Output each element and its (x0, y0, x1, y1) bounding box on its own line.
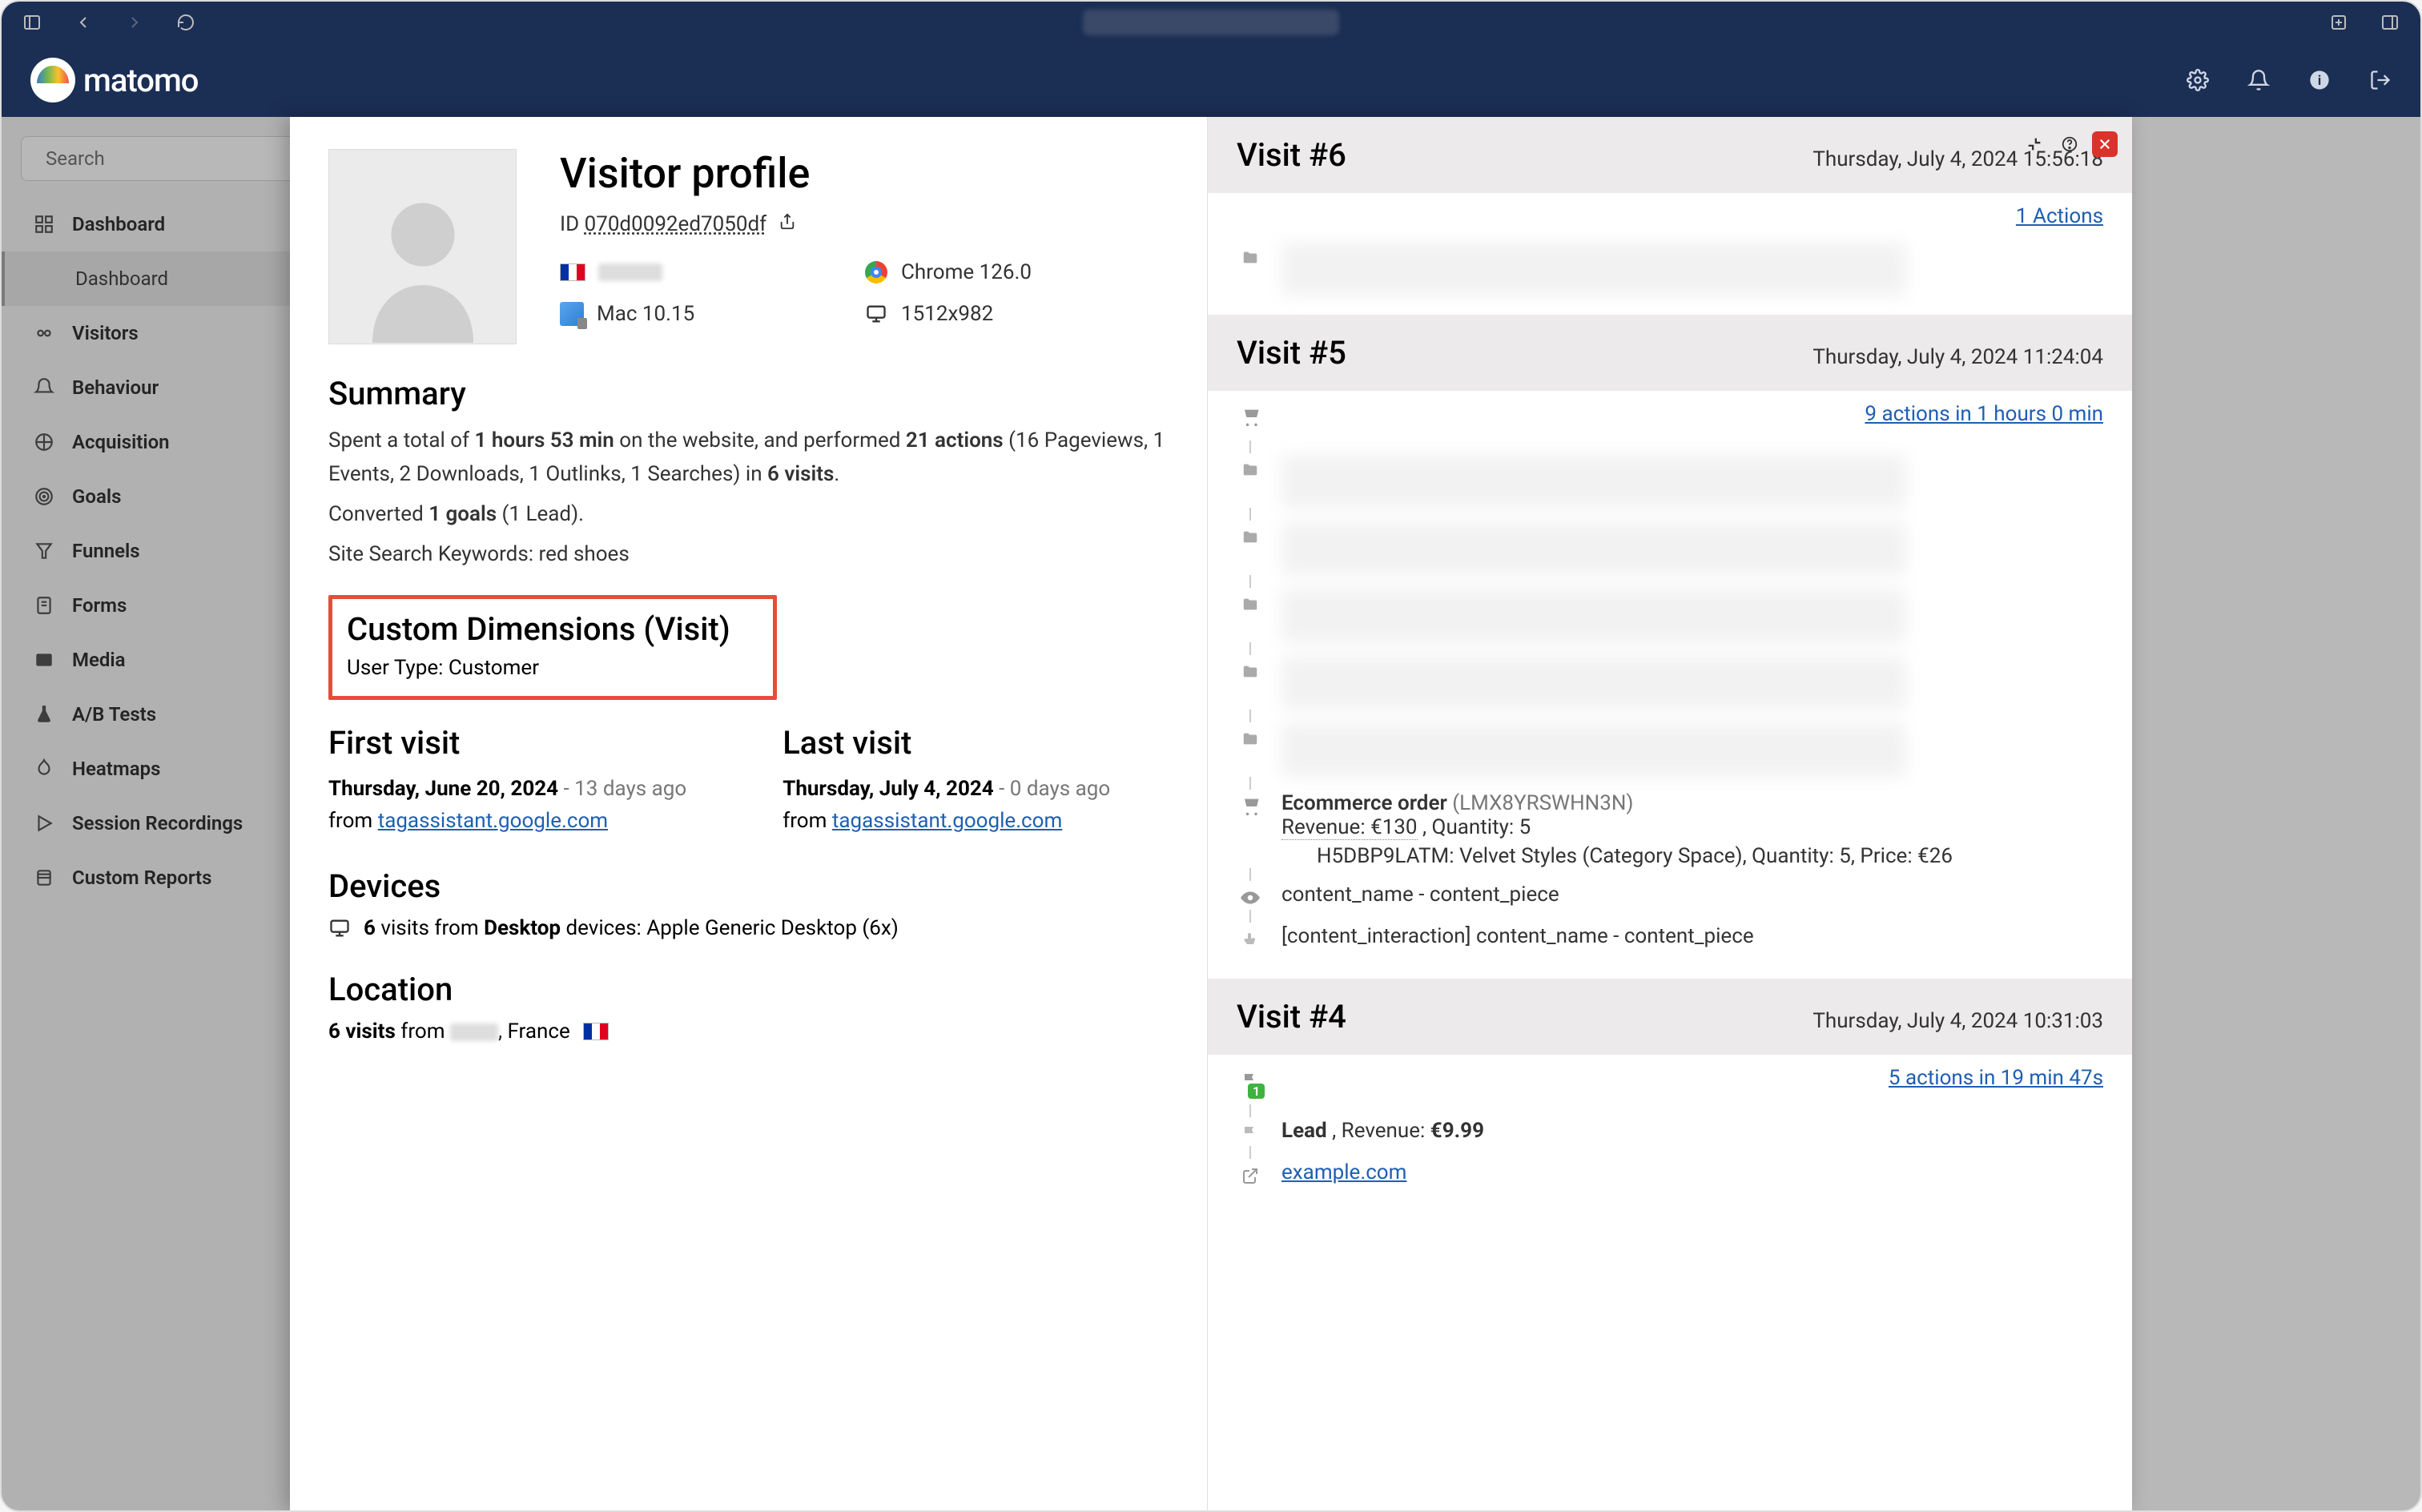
last-visit-ref: from tagassistant.google.com (783, 805, 1110, 837)
bell-icon[interactable] (2247, 69, 2270, 91)
browser-titlebar (2, 2, 2420, 43)
visit-title: Visit #6 (1237, 136, 1346, 174)
eye-icon (1238, 886, 1262, 910)
folder-icon (1238, 727, 1262, 751)
brand-logo[interactable]: matomo (30, 58, 199, 103)
url-bar[interactable] (1083, 10, 1339, 35)
profile-summary-panel: Visitor profile ID 070d0092ed7050df Chro… (290, 117, 1208, 1510)
app-header: matomo i (2, 43, 2420, 117)
minimize-icon[interactable] (2022, 131, 2047, 157)
chrome-icon (865, 261, 887, 284)
visit-actions-link[interactable]: 9 actions in 1 hours 0 min (1865, 402, 2103, 426)
goal-badge: 1 (1248, 1084, 1265, 1099)
country-cell (560, 260, 864, 284)
visits-panel: Visit #6 Thursday, July 4, 2024 15:56:18… (1208, 117, 2132, 1510)
close-icon[interactable] (2092, 131, 2118, 157)
browser-cell: Chrome 126.0 (864, 260, 1169, 284)
browser-window: matomo i Dash (0, 0, 2422, 1512)
content-interaction-row: [content_interaction] content_name - con… (1238, 924, 2103, 951)
svg-text:i: i (2318, 73, 2321, 88)
flag-icon (560, 263, 585, 281)
matomo-icon (30, 58, 75, 103)
visit-title: Visit #5 (1237, 334, 1346, 372)
resolution-cell: 1512x982 (864, 302, 1169, 326)
export-icon[interactable] (778, 212, 796, 236)
visit-header: Visit #4 Thursday, July 4, 2024 10:31:03 (1208, 979, 2132, 1055)
logout-icon[interactable] (2369, 69, 2392, 91)
folder-icon (1238, 525, 1262, 549)
summary-conversion: Converted 1 goals (1 Lead). (328, 497, 1169, 531)
first-visit-heading: First visit (328, 724, 686, 762)
visitor-profile-modal: Visitor profile ID 070d0092ed7050df Chro… (290, 117, 2132, 1510)
last-visit-heading: Last visit (783, 724, 1110, 762)
cart-icon (1238, 794, 1262, 818)
custom-dimensions-heading: Custom Dimensions (Visit) (347, 610, 758, 648)
external-link-icon (1238, 1164, 1262, 1188)
nav-reload-icon[interactable] (175, 11, 197, 34)
custom-dimension-kv: User Type: Customer (347, 656, 758, 680)
summary-heading: Summary (328, 375, 1169, 412)
sidebar-toggle-icon[interactable] (21, 11, 43, 34)
visit-actions-link[interactable]: 5 actions in 19 min 47s (1889, 1066, 2103, 1090)
gear-icon[interactable] (2187, 69, 2209, 91)
visitor-id-link[interactable]: 070d0092ed7050df (585, 212, 767, 236)
cart-icon (1238, 405, 1262, 429)
folder-icon (1238, 593, 1262, 617)
page-title: Visitor profile (560, 149, 1169, 198)
folder-icon (1238, 660, 1262, 684)
tabs-icon[interactable] (2379, 11, 2401, 34)
header-actions: i (2187, 69, 2392, 91)
last-visit-date: Thursday, July 4, 2024 - 0 days ago (783, 773, 1110, 805)
flag-icon (583, 1023, 609, 1040)
goal-flag-icon: 1 (1238, 1069, 1262, 1093)
first-visit-ref: from tagassistant.google.com (328, 805, 686, 837)
summary-search-keywords: Site Search Keywords: red shoes (328, 537, 1169, 571)
visit-title: Visit #4 (1237, 998, 1346, 1035)
folder-icon (1238, 246, 1262, 270)
visitor-id: ID 070d0092ed7050df (560, 212, 1169, 236)
devices-heading: Devices (328, 867, 1169, 905)
help-icon[interactable] (2057, 131, 2082, 157)
summary-text: Spent a total of 1 hours 53 min on the w… (328, 424, 1169, 491)
share-icon[interactable] (2327, 11, 2350, 34)
folder-icon (1238, 458, 1262, 482)
first-visit-date: Thursday, June 20, 2024 - 13 days ago (328, 773, 686, 805)
first-visit-ref-link[interactable]: tagassistant.google.com (378, 809, 608, 833)
hand-icon (1238, 927, 1262, 951)
visit-header: Visit #6 Thursday, July 4, 2024 15:56:18 (1208, 117, 2132, 193)
visit-datetime: Thursday, July 4, 2024 11:24:04 (1812, 345, 2103, 369)
nav-forward-icon[interactable] (123, 11, 146, 34)
outlink[interactable]: example.com (1281, 1160, 1406, 1184)
nav-back-icon[interactable] (72, 11, 95, 34)
location-line: 6 visits from , France (328, 1019, 1169, 1044)
location-heading: Location (328, 971, 1169, 1008)
visit-header: Visit #5 Thursday, July 4, 2024 11:24:04 (1208, 315, 2132, 391)
goal-lead-row: Lead , Revenue: €9.99 (1238, 1119, 2103, 1146)
last-visit-ref-link[interactable]: tagassistant.google.com (832, 809, 1062, 833)
mac-icon (560, 302, 584, 326)
flag-icon (1238, 1122, 1262, 1146)
visit-datetime: Thursday, July 4, 2024 10:31:03 (1812, 1009, 2103, 1033)
outlink-row: example.com (1238, 1160, 2103, 1188)
info-icon[interactable]: i (2308, 69, 2331, 91)
custom-dimensions-box: Custom Dimensions (Visit) User Type: Cus… (328, 595, 777, 700)
visit-actions-link: 1 Actions (1237, 204, 2103, 228)
os-cell: Mac 10.15 (560, 302, 864, 326)
monitor-icon (328, 917, 351, 939)
monitor-icon (864, 302, 888, 326)
avatar (328, 149, 517, 344)
ecommerce-order-row: Ecommerce order (LMX8YRSWHN3N) Revenue: … (1238, 791, 2103, 868)
brand-name: matomo (83, 62, 199, 99)
devices-line: 6 visits from Desktop devices: Apple Gen… (328, 916, 1169, 940)
content-impression-row: content_name - content_piece (1238, 883, 2103, 910)
